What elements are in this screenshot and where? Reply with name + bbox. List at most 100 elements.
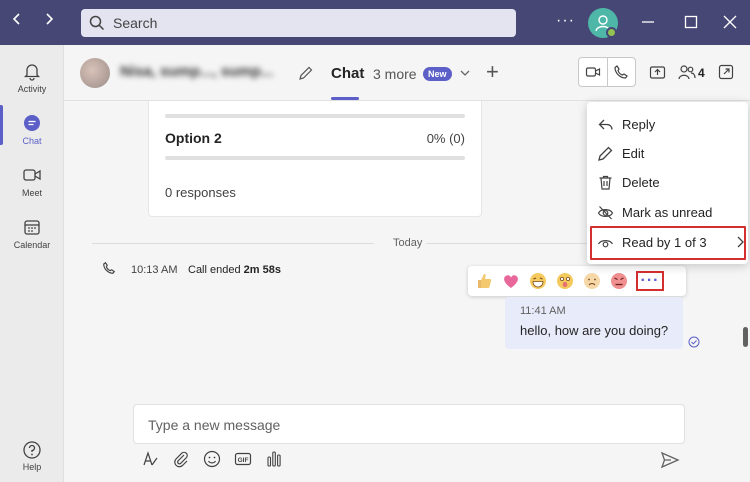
menu-item-mark-unread[interactable]: Mark as unread [597,198,712,226]
rail-item-activity[interactable]: Activity [0,51,64,103]
chat-title[interactable]: Nisa, sump..., sump... [120,63,273,80]
menu-item-delete[interactable]: Delete [597,168,660,196]
poll-responses: 0 responses [165,185,236,200]
paperclip-icon [174,451,188,468]
rail-label-chat: Chat [22,135,42,146]
pencil-icon [598,146,613,161]
more-actions-button[interactable]: ··· [636,271,664,291]
call-timestamp: 10:13 AM [131,264,178,276]
eye-off-icon [597,205,614,219]
option1-bar [165,114,465,118]
send-icon[interactable] [660,451,680,469]
video-call-button[interactable] [579,58,608,86]
share-screen-icon[interactable] [649,64,666,81]
call-duration: 2m 58s [243,264,281,276]
gif-button[interactable]: GIF [233,449,253,469]
bell-icon [23,63,41,81]
pencil-icon[interactable] [298,65,314,81]
angry-reaction[interactable] [609,271,629,291]
laugh-reaction[interactable] [528,271,548,291]
call-buttons [578,57,636,87]
help-icon [23,441,41,459]
emoji-icon [203,450,221,468]
participant-count: 4 [698,66,705,80]
rail-label-meet: Meet [21,187,42,198]
rail-label-calendar: Calendar [13,239,51,250]
poll-card: Option 2 0% (0) 0 responses [148,101,482,217]
pop-out-icon[interactable] [718,64,734,80]
search-placeholder: Search [113,15,158,31]
forward-arrow-icon[interactable] [42,12,56,26]
compose-placeholder: Type a new message [148,417,281,433]
format-icon [143,451,158,466]
angry-icon [611,273,627,289]
status-badge [606,27,617,38]
phone-icon [614,65,629,79]
reply-icon [598,119,613,130]
surprised-icon [557,273,573,289]
tab-chat[interactable]: Chat [331,65,364,82]
sent-check-icon [688,336,700,348]
poll-option-label: Option 2 [165,130,222,146]
search-icon [89,15,105,31]
nav-arrows [10,12,56,26]
menu-label-edit: Edit [622,145,645,161]
rail-label-help: Help [22,462,42,472]
scrollbar-thumb[interactable] [743,327,748,347]
maximize-icon[interactable] [683,14,699,30]
heart-reaction[interactable] [501,271,521,291]
title-bar: Search ··· [0,0,750,45]
rail-item-meet[interactable]: Meet [0,155,64,207]
gif-icon: GIF [234,452,252,466]
chat-header: Nisa, sump..., sump... Chat 3 more New +… [64,45,750,101]
minimize-icon[interactable] [640,14,656,30]
emoji-button[interactable] [202,449,222,469]
message-bubble[interactable]: 11:41 AM hello, how are you doing? [505,297,683,349]
option2-bar [165,156,465,160]
surprised-reaction[interactable] [555,271,575,291]
message-context-menu: Reply Edit Delete Mark as unread Read by… [587,102,748,264]
highlight-box [590,226,746,260]
back-arrow-icon[interactable] [10,12,24,26]
rail-item-chat[interactable]: Chat [0,103,64,155]
video-call-icon [585,67,600,77]
calendar-icon [24,219,40,235]
add-tab-button[interactable]: + [486,59,499,85]
attach-button[interactable] [171,449,191,469]
heart-icon [504,275,518,288]
chat-avatar[interactable] [80,58,110,88]
rail-item-help[interactable]: Help [0,440,64,472]
people-icon[interactable] [678,64,696,81]
menu-item-reply[interactable]: Reply [597,110,655,138]
search-box[interactable]: Search [81,9,516,37]
call-icon [103,261,116,274]
laugh-icon [530,273,546,289]
rail-item-calendar[interactable]: Calendar [0,207,64,259]
sad-icon [584,273,600,289]
chevron-down-icon[interactable] [459,67,471,79]
message-timestamp: 11:41 AM [520,305,566,317]
tab-chat-underline [331,97,359,100]
poll-button[interactable] [264,449,284,469]
menu-label-mark-unread: Mark as unread [622,204,713,220]
call-ended-label: Call ended [188,264,241,276]
rail-label-activity: Activity [17,83,47,94]
reaction-bar: ··· [468,266,686,296]
trash-icon [599,175,612,190]
sad-reaction[interactable] [582,271,602,291]
tab-more[interactable]: 3 more [373,66,417,82]
menu-label-reply: Reply [622,116,656,132]
video-icon [23,168,41,181]
thumbs-up-reaction[interactable] [474,271,494,291]
menu-item-edit[interactable]: Edit [597,139,644,167]
poll-icon [267,451,281,467]
new-badge: New [423,67,452,81]
close-icon[interactable] [722,14,738,30]
date-divider-label: Today [393,237,423,249]
poll-option-value: 0% (0) [426,131,465,146]
audio-call-button[interactable] [608,58,636,86]
format-button[interactable] [140,449,160,469]
message-compose-box[interactable]: Type a new message [133,404,685,444]
more-options-button[interactable]: ··· [556,12,575,30]
compose-toolbar: GIF [140,449,284,469]
